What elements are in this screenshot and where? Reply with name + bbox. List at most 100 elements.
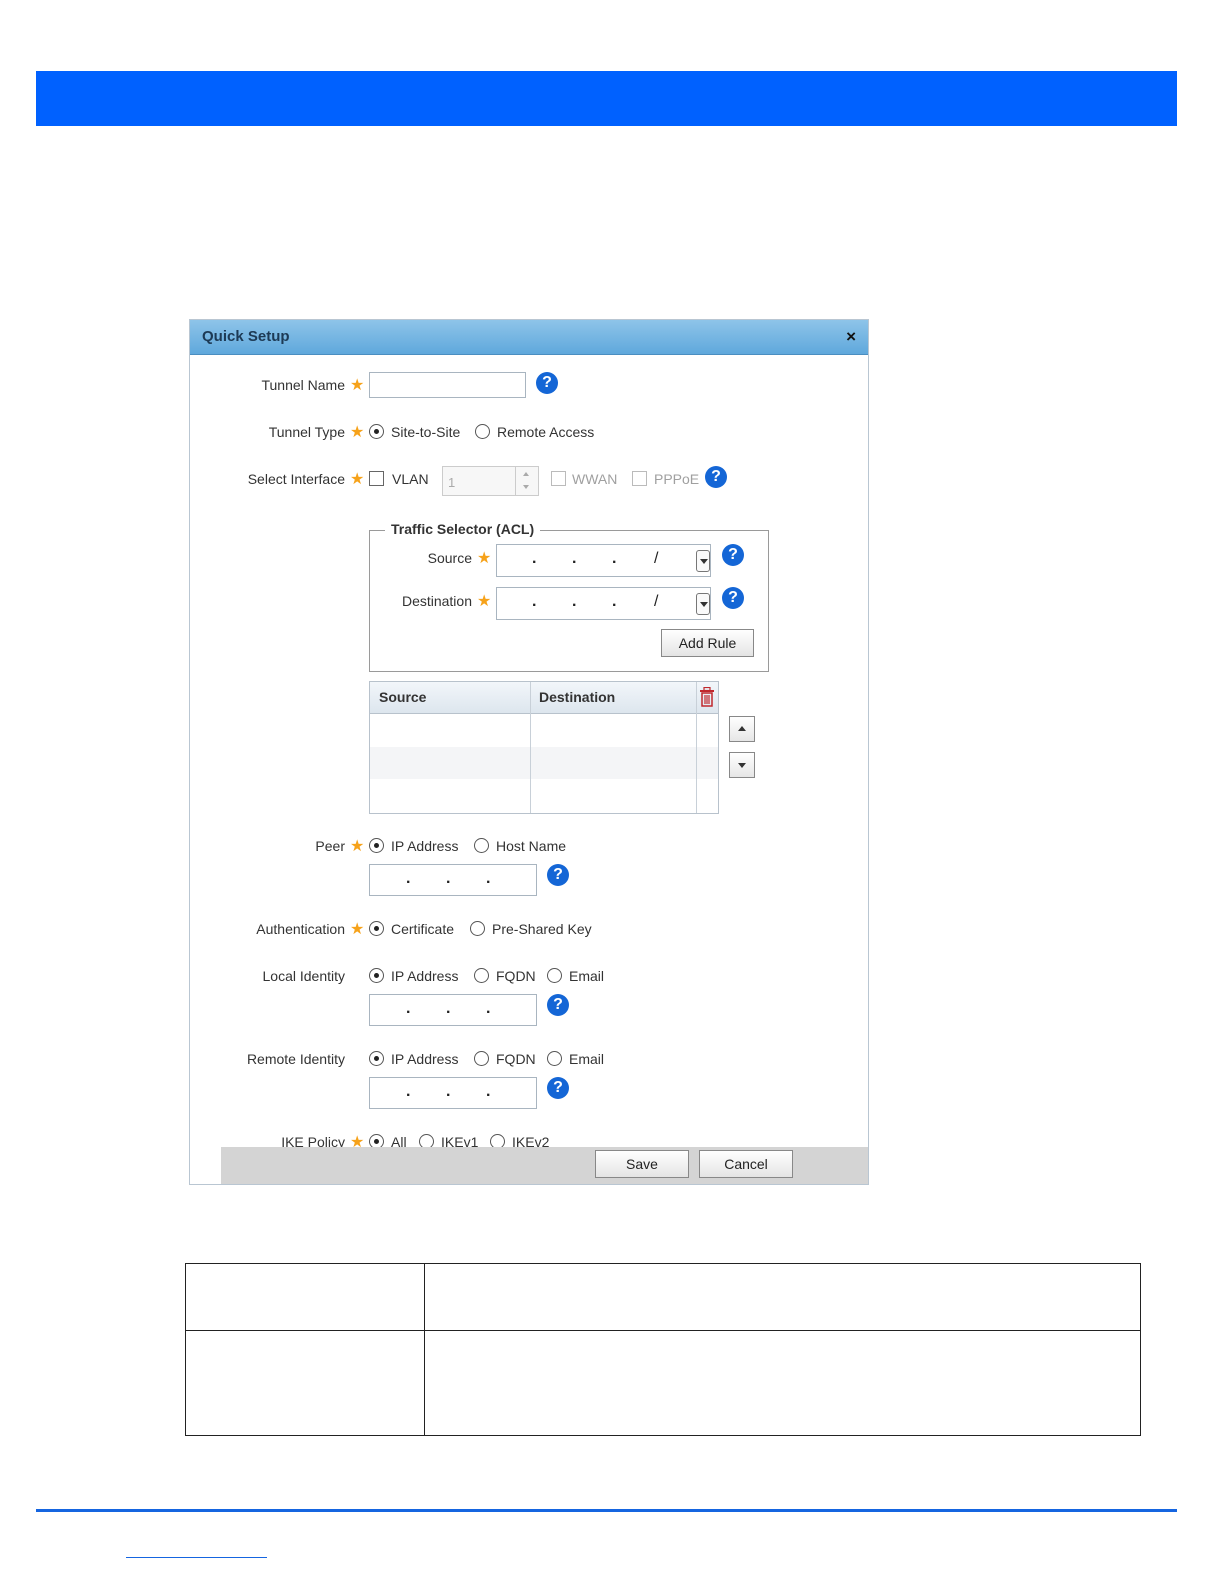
help-icon[interactable]: ? bbox=[547, 1077, 569, 1099]
peer-ip-address-label: IP Address bbox=[391, 838, 459, 854]
destination-ip-input[interactable]: . . . / bbox=[496, 587, 711, 620]
traffic-selector-legend: Traffic Selector (ACL) bbox=[385, 521, 541, 537]
quick-setup-dialog: Quick Setup × Tunnel Name ★ ? Tunnel Typ… bbox=[189, 319, 869, 1185]
wwan-checkbox[interactable] bbox=[551, 471, 566, 486]
dropdown-arrow-icon[interactable] bbox=[696, 550, 710, 572]
remote-access-label: Remote Access bbox=[497, 424, 595, 440]
trash-icon[interactable] bbox=[699, 687, 715, 707]
local-ip-address-label: IP Address bbox=[391, 968, 459, 984]
local-email-label: Email bbox=[569, 968, 605, 984]
column-destination: Destination bbox=[539, 689, 616, 705]
source-ip-input[interactable]: . . . / bbox=[496, 544, 711, 577]
remote-ip-address-radio[interactable] bbox=[369, 1051, 384, 1066]
vlan-checkbox[interactable] bbox=[369, 471, 384, 486]
required-star-icon: ★ bbox=[350, 471, 365, 488]
local-ip-address-radio[interactable] bbox=[369, 968, 384, 983]
column-divider bbox=[696, 682, 697, 813]
rules-table-header: Source Destination bbox=[370, 682, 718, 714]
required-star-icon: ★ bbox=[477, 550, 492, 567]
mask-separator: / bbox=[654, 550, 659, 567]
remote-email-radio[interactable] bbox=[547, 1051, 562, 1066]
site-to-site-label: Site-to-Site bbox=[391, 424, 461, 440]
save-button[interactable]: Save bbox=[595, 1150, 689, 1178]
ip-separator: . bbox=[612, 593, 617, 610]
tunnel-type-label: Tunnel Type bbox=[268, 424, 345, 440]
remote-fqdn-label: FQDN bbox=[496, 1051, 536, 1067]
footer-rule bbox=[36, 1509, 1177, 1512]
ip-separator: . bbox=[446, 1000, 451, 1017]
help-icon[interactable]: ? bbox=[547, 864, 569, 886]
pre-shared-key-radio[interactable] bbox=[470, 921, 485, 936]
mask-separator: / bbox=[654, 593, 659, 610]
ip-separator: . bbox=[446, 870, 451, 887]
ip-separator: . bbox=[446, 1083, 451, 1100]
source-label: Source bbox=[427, 550, 472, 566]
certificate-radio[interactable] bbox=[369, 921, 384, 936]
help-icon[interactable]: ? bbox=[705, 466, 727, 488]
destination-label: Destination bbox=[401, 593, 472, 609]
ip-separator: . bbox=[486, 1083, 491, 1100]
ip-separator: . bbox=[486, 1000, 491, 1017]
move-down-button[interactable] bbox=[729, 752, 755, 778]
remote-identity-input[interactable]: . . . bbox=[369, 1077, 537, 1109]
certificate-label: Certificate bbox=[391, 921, 455, 937]
vlan-label: VLAN bbox=[392, 471, 429, 487]
peer-label: Peer bbox=[315, 838, 345, 854]
vlan-spinner[interactable]: 1 bbox=[442, 466, 539, 496]
local-fqdn-radio[interactable] bbox=[474, 968, 489, 983]
required-star-icon: ★ bbox=[350, 424, 365, 441]
vlan-value: 1 bbox=[448, 475, 456, 490]
footer-link-underline bbox=[126, 1557, 267, 1558]
local-email-radio[interactable] bbox=[547, 968, 562, 983]
spinner-up-icon[interactable] bbox=[523, 472, 529, 476]
table-row bbox=[370, 747, 718, 779]
remote-fqdn-radio[interactable] bbox=[474, 1051, 489, 1066]
move-up-button[interactable] bbox=[729, 716, 755, 742]
local-identity-input[interactable]: . . . bbox=[369, 994, 537, 1026]
required-star-icon: ★ bbox=[350, 921, 365, 938]
pppoe-label: PPPoE bbox=[654, 471, 700, 487]
help-icon[interactable]: ? bbox=[547, 994, 569, 1016]
required-star-icon: ★ bbox=[477, 593, 492, 610]
document-table bbox=[185, 1263, 1141, 1436]
site-to-site-radio[interactable] bbox=[369, 424, 384, 439]
pre-shared-key-label: Pre-Shared Key bbox=[492, 921, 592, 937]
pppoe-checkbox[interactable] bbox=[632, 471, 647, 486]
add-rule-button[interactable]: Add Rule bbox=[661, 629, 754, 657]
required-star-icon: ★ bbox=[350, 838, 365, 855]
select-interface-label: Select Interface bbox=[247, 471, 345, 487]
remote-ip-address-label: IP Address bbox=[391, 1051, 459, 1067]
table-divider bbox=[186, 1330, 1140, 1331]
ip-separator: . bbox=[406, 870, 411, 887]
remote-identity-label: Remote Identity bbox=[246, 1051, 345, 1067]
local-identity-label: Local Identity bbox=[262, 968, 346, 984]
tunnel-name-input[interactable] bbox=[369, 372, 526, 398]
dropdown-arrow-icon[interactable] bbox=[696, 593, 710, 615]
wwan-label: WWAN bbox=[572, 471, 618, 487]
remote-access-radio[interactable] bbox=[475, 424, 490, 439]
tunnel-name-label: Tunnel Name bbox=[261, 377, 345, 393]
close-icon[interactable]: × bbox=[846, 327, 856, 347]
cancel-button[interactable]: Cancel bbox=[699, 1150, 793, 1178]
top-banner bbox=[36, 71, 1177, 126]
dialog-title: Quick Setup bbox=[202, 328, 290, 345]
table-divider bbox=[424, 1264, 425, 1435]
ip-separator: . bbox=[572, 593, 577, 610]
column-source: Source bbox=[379, 689, 427, 705]
peer-host-name-radio[interactable] bbox=[474, 838, 489, 853]
help-icon[interactable]: ? bbox=[722, 587, 744, 609]
ip-separator: . bbox=[612, 550, 617, 567]
ip-separator: . bbox=[406, 1083, 411, 1100]
ip-separator: . bbox=[406, 1000, 411, 1017]
help-icon[interactable]: ? bbox=[536, 372, 558, 394]
rules-table: Source Destination bbox=[369, 681, 719, 814]
authentication-label: Authentication bbox=[256, 921, 345, 937]
peer-host-name-label: Host Name bbox=[496, 838, 567, 854]
column-divider bbox=[530, 682, 531, 813]
peer-ip-input[interactable]: . . . bbox=[369, 864, 537, 896]
help-icon[interactable]: ? bbox=[722, 544, 744, 566]
ip-separator: . bbox=[486, 870, 491, 887]
spinner-down-icon[interactable] bbox=[523, 485, 529, 489]
peer-ip-address-radio[interactable] bbox=[369, 838, 384, 853]
spinner-buttons[interactable] bbox=[515, 467, 538, 495]
